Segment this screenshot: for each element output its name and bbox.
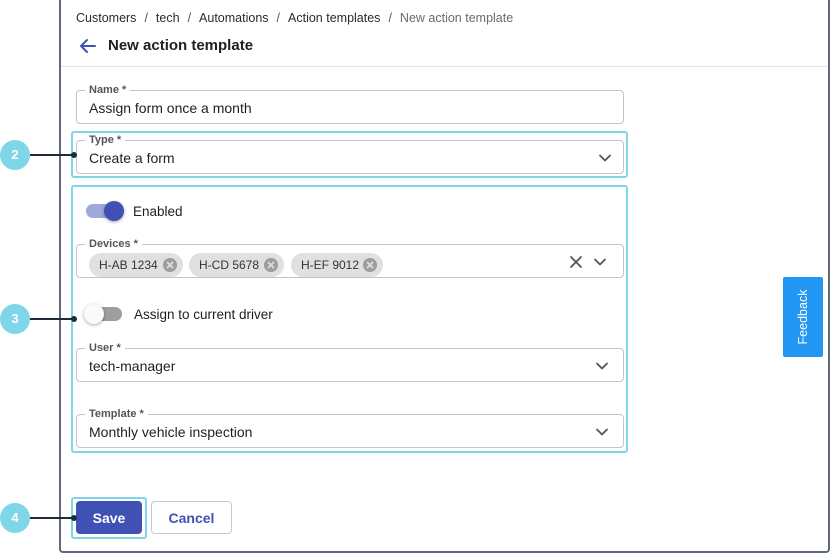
page-title: New action template — [108, 37, 254, 54]
callout-dot — [71, 515, 77, 521]
breadcrumb-separator: / — [187, 11, 192, 25]
name-field-value: Assign form once a month — [89, 100, 252, 116]
breadcrumb-action-templates[interactable]: Action templates — [288, 11, 380, 25]
device-chip[interactable]: H-CD 5678 — [189, 253, 284, 277]
enabled-label: Enabled — [133, 204, 183, 219]
callout-marker: 3 — [0, 304, 30, 334]
remove-chip-icon[interactable] — [363, 258, 377, 272]
type-select[interactable]: Type * Create a form — [76, 133, 624, 174]
back-arrow-icon[interactable] — [78, 36, 98, 56]
breadcrumb-automations[interactable]: Automations — [199, 11, 268, 25]
breadcrumb-current: New action template — [399, 11, 514, 25]
device-chip-label: H-CD 5678 — [199, 258, 260, 272]
device-chip-label: H-AB 1234 — [99, 258, 158, 272]
callout-connector — [30, 517, 74, 519]
callout-dot — [71, 152, 77, 158]
user-select-value: tech-manager — [89, 358, 176, 374]
breadcrumb-customers[interactable]: Customers — [76, 11, 136, 25]
cancel-button[interactable]: Cancel — [151, 501, 232, 534]
name-field[interactable]: Name * Assign form once a month — [76, 83, 624, 124]
callout-marker: 2 — [0, 140, 30, 170]
enabled-toggle[interactable] — [86, 200, 126, 222]
user-select[interactable]: User * tech-manager — [76, 341, 624, 382]
breadcrumb-separator: / — [144, 11, 148, 25]
devices-select-label: Devices * — [85, 237, 142, 251]
type-select-label: Type * — [85, 133, 126, 147]
save-button[interactable]: Save — [76, 501, 142, 534]
type-select-value: Create a form — [89, 150, 175, 166]
device-chip-label: H-EF 9012 — [301, 258, 360, 272]
chevron-down-icon[interactable] — [595, 359, 609, 373]
remove-chip-icon[interactable] — [264, 258, 278, 272]
chevron-down-icon[interactable] — [595, 425, 609, 439]
user-select-label: User * — [85, 341, 125, 355]
assign-driver-toggle[interactable] — [84, 303, 124, 325]
device-chip[interactable]: H-AB 1234 — [89, 253, 183, 277]
template-select[interactable]: Template * Monthly vehicle inspection — [76, 407, 624, 448]
chevron-down-icon[interactable] — [593, 255, 607, 269]
chevron-down-icon[interactable] — [598, 151, 612, 165]
enabled-toggle-knob — [104, 201, 124, 221]
remove-chip-icon[interactable] — [163, 258, 177, 272]
feedback-tab[interactable]: Feedback — [783, 277, 823, 357]
callout-dot — [71, 316, 77, 322]
breadcrumb: Customers / tech / Automations / Action templa… — [76, 11, 513, 25]
header-divider — [61, 66, 828, 67]
clear-icon[interactable] — [569, 255, 583, 269]
assign-driver-label: Assign to current driver — [134, 307, 273, 322]
device-chip[interactable]: H-EF 9012 — [291, 253, 383, 277]
breadcrumb-separator: / — [276, 11, 281, 25]
template-select-label: Template * — [85, 407, 148, 421]
template-select-value: Monthly vehicle inspection — [89, 424, 253, 440]
devices-select[interactable]: Devices * H-AB 1234 H-CD 5678 H-EF 9012 — [76, 237, 624, 278]
feedback-label: Feedback — [796, 289, 810, 345]
callout-connector — [30, 154, 74, 156]
assign-toggle-knob — [84, 304, 104, 324]
name-field-label: Name * — [85, 83, 131, 97]
callout-marker: 4 — [0, 503, 30, 533]
breadcrumb-tech[interactable]: tech — [156, 11, 180, 25]
breadcrumb-separator: / — [388, 11, 392, 25]
callout-connector — [30, 318, 74, 320]
